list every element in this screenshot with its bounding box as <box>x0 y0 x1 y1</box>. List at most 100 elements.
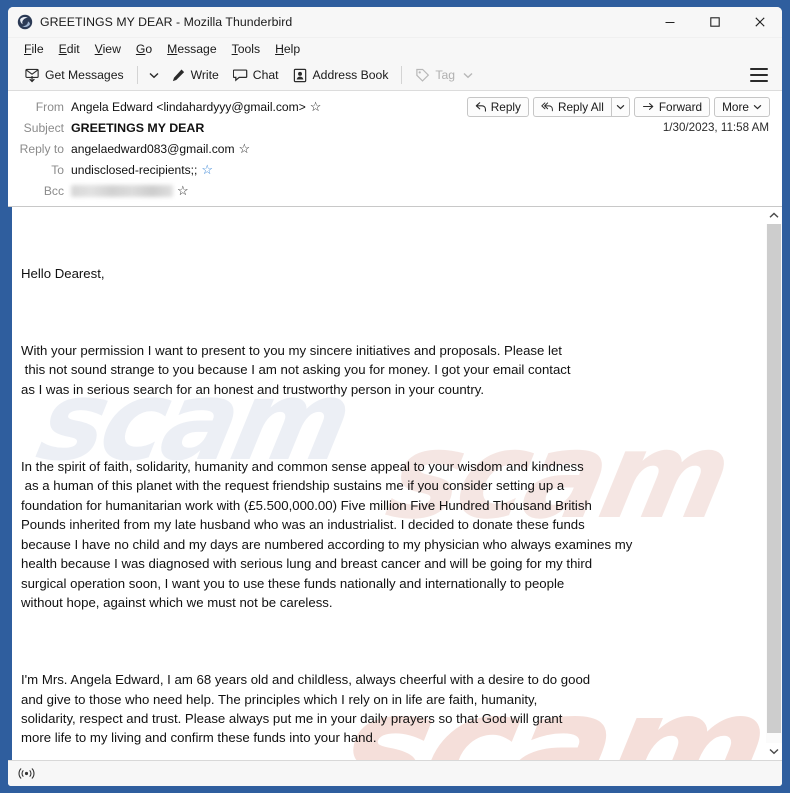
subject-value: GREETINGS MY DEAR <box>71 120 205 135</box>
scrollbar-track[interactable] <box>766 224 782 743</box>
forward-button[interactable]: Forward <box>633 97 711 117</box>
menu-edit-rest: dit <box>66 42 80 56</box>
reply-to-label: Reply to <box>19 141 64 156</box>
menu-file-rest: ile <box>31 42 44 56</box>
bcc-redacted-value <box>71 184 173 197</box>
chevron-down-icon <box>753 104 762 110</box>
from-value-wrap: Angela Edward <lindahardyyy@gmail.com> ☆ <box>71 100 321 114</box>
app-menu-button[interactable] <box>750 68 768 82</box>
chevron-up-icon <box>769 212 779 218</box>
window-controls <box>647 7 782 37</box>
star-icon[interactable]: ☆ <box>201 163 213 176</box>
maximize-icon <box>709 17 720 27</box>
reply-to-value: angelaedward083@gmail.com <box>71 141 235 156</box>
online-status-icon[interactable] <box>12 763 40 784</box>
message-body-text: Hello Dearest, With your permission I wa… <box>21 225 765 760</box>
menu-file[interactable]: File <box>17 40 52 58</box>
reply-all-group: Reply All <box>532 97 630 117</box>
body-paragraph: Hello Dearest, <box>21 265 105 281</box>
menu-edit[interactable]: Edit <box>52 40 88 58</box>
hamburger-line-3 <box>750 80 768 82</box>
reply-to-value-wrap: angelaedward083@gmail.com ☆ <box>71 142 250 156</box>
message-body-area: scam scam scam scam Hello Dearest, With … <box>8 207 782 760</box>
menu-message[interactable]: Message <box>160 40 224 58</box>
reply-all-button[interactable]: Reply All <box>532 97 611 117</box>
star-icon[interactable]: ☆ <box>310 100 322 113</box>
star-icon[interactable]: ☆ <box>177 184 189 197</box>
message-actions: Reply Reply All Forward More <box>466 97 770 117</box>
get-messages-button[interactable]: Get Messages <box>18 65 131 86</box>
window-title: GREETINGS MY DEAR - Mozilla Thunderbird <box>40 15 293 29</box>
more-button[interactable]: More <box>714 97 770 117</box>
reply-all-label: Reply All <box>557 100 604 114</box>
title-bar: GREETINGS MY DEAR - Mozilla Thunderbird <box>8 7 782 38</box>
header-row-bcc: Bcc ☆ <box>8 180 782 201</box>
chevron-down-icon <box>769 748 779 755</box>
scroll-up-button[interactable] <box>766 207 782 224</box>
menu-go-rest: o <box>145 42 153 56</box>
chevron-down-icon <box>616 104 625 110</box>
forward-arrow-icon <box>642 103 654 110</box>
from-value: Angela Edward <lindahardyyy@gmail.com> <box>71 99 306 114</box>
get-messages-dropdown[interactable] <box>144 69 164 82</box>
thunderbird-window: GREETINGS MY DEAR - Mozilla Thunderbird <box>7 6 783 787</box>
screenshot-root: GREETINGS MY DEAR - Mozilla Thunderbird <box>0 0 790 793</box>
to-value-wrap: undisclosed-recipients;; ☆ <box>71 163 213 177</box>
body-paragraph: In the spirit of faith, solidarity, huma… <box>21 459 633 610</box>
body-paragraph: With your permission I want to present t… <box>21 343 571 397</box>
chat-label: Chat <box>252 68 279 82</box>
minimize-icon <box>665 21 674 24</box>
write-label: Write <box>190 68 219 82</box>
status-bar <box>8 760 782 786</box>
hamburger-line-2 <box>750 74 768 76</box>
menu-bar: File Edit View Go Message Tools Help <box>8 38 782 60</box>
menu-help-rest: elp <box>283 42 301 56</box>
subject-label: Subject <box>23 120 64 135</box>
hamburger-line-1 <box>750 68 768 70</box>
menu-help[interactable]: Help <box>268 40 308 58</box>
to-value: undisclosed-recipients;; <box>71 162 198 177</box>
menu-message-rest: essage <box>177 42 217 56</box>
to-label: To <box>51 162 64 177</box>
connection-waves-icon <box>17 768 35 779</box>
scroll-down-button[interactable] <box>766 743 782 760</box>
main-toolbar: Get Messages Write Chat Address Book Tag <box>8 60 782 91</box>
reply-icon <box>475 102 486 112</box>
toolbar-separator-1 <box>136 66 138 84</box>
menu-tools[interactable]: Tools <box>225 40 268 58</box>
star-icon[interactable]: ☆ <box>239 142 251 155</box>
close-icon <box>754 17 765 27</box>
message-header: From Angela Edward <lindahardyyy@gmail.c… <box>8 91 782 207</box>
scrollbar-thumb[interactable] <box>767 224 781 733</box>
tag-label: Tag <box>435 68 456 82</box>
address-book-button[interactable]: Address Book <box>286 65 396 86</box>
write-button[interactable]: Write <box>164 65 226 86</box>
menu-view[interactable]: View <box>88 40 129 58</box>
get-messages-label: Get Messages <box>45 68 124 82</box>
maximize-button[interactable] <box>692 7 737 37</box>
close-button[interactable] <box>737 7 782 37</box>
minimize-button[interactable] <box>647 7 692 37</box>
reply-button[interactable]: Reply <box>466 97 529 117</box>
header-row-to: To undisclosed-recipients;; ☆ <box>8 159 782 180</box>
reply-all-dropdown[interactable] <box>610 97 630 117</box>
from-label: From <box>35 99 64 114</box>
tag-button[interactable]: Tag <box>408 65 480 86</box>
toolbar-separator-2 <box>401 66 403 84</box>
chevron-down-icon <box>463 72 473 78</box>
address-book-icon <box>293 68 306 82</box>
body-paragraph: I'm Mrs. Angela Edward, I am 68 years ol… <box>21 672 591 746</box>
vertical-scrollbar[interactable] <box>765 207 782 760</box>
message-date: 1/30/2023, 11:58 AM <box>662 121 769 134</box>
forward-label: Forward <box>658 100 703 114</box>
address-book-label: Address Book <box>312 68 389 82</box>
chat-button[interactable]: Chat <box>226 65 286 86</box>
menu-go[interactable]: Go <box>129 40 160 58</box>
message-body-scrollview[interactable]: scam scam scam scam Hello Dearest, With … <box>12 207 765 760</box>
tag-icon <box>416 68 430 82</box>
reply-label: Reply <box>490 100 521 114</box>
bcc-label: Bcc <box>43 183 64 198</box>
chat-bubble-icon <box>232 68 248 81</box>
more-label: More <box>722 100 749 114</box>
menu-view-rest: iew <box>102 42 121 56</box>
